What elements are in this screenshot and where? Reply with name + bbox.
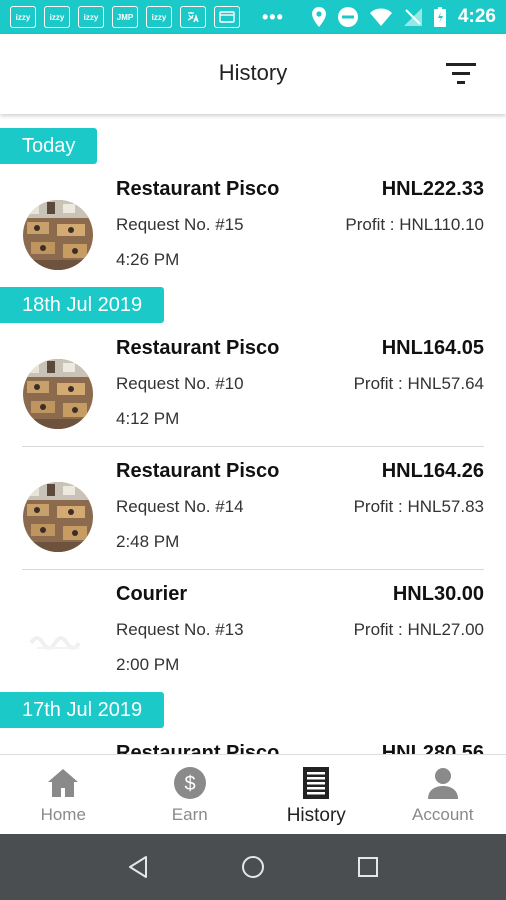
home-circle-icon [241, 856, 264, 878]
date-header: 18th Jul 2019 [0, 287, 165, 323]
back-button[interactable] [123, 852, 153, 882]
item-amount: HNL164.26 [381, 460, 484, 482]
nav-label: Home [40, 805, 86, 824]
history-item[interactable]: Courier HNL30.00 Request No. #13 Profit … [0, 575, 506, 693]
item-request-number: Request No. #14 [116, 497, 244, 516]
recents-button[interactable] [353, 852, 383, 882]
history-list[interactable]: Today Restaurant Pisco HNL222.33 Request… [0, 114, 506, 754]
item-name: Courier [116, 583, 188, 605]
jmp-app-icon: JMP [112, 6, 138, 28]
item-amount: HNL164.05 [381, 337, 484, 359]
item-time: 2:48 PM [116, 532, 180, 551]
more-notifications-icon: ••• [262, 6, 284, 27]
home-system-button[interactable] [238, 852, 268, 882]
page-title: History [218, 60, 288, 85]
divider [22, 569, 484, 570]
item-profit: Profit : HNL57.64 [353, 374, 484, 393]
list-icon [298, 765, 334, 801]
item-amount: HNL222.33 [381, 178, 484, 200]
item-profit: Profit : HNL110.10 [345, 215, 484, 234]
item-name: Restaurant Pisco [116, 178, 280, 200]
izzy-app-icon: izzy [10, 6, 36, 28]
item-request-number: Request No. #15 [116, 215, 244, 234]
item-time: 2:00 PM [116, 655, 180, 674]
filter-button[interactable] [446, 61, 476, 87]
battery-icon [433, 7, 446, 27]
translate-app-icon [180, 6, 206, 28]
nav-label: Account [412, 805, 474, 824]
item-name: Restaurant Pisco [116, 742, 280, 754]
do-not-disturb-icon [337, 7, 358, 27]
system-navigation-bar [0, 834, 506, 900]
nav-history[interactable]: History [253, 755, 380, 834]
item-amount: HNL280.56 [381, 742, 484, 754]
card-app-icon [214, 6, 240, 28]
filter-icon [446, 63, 476, 84]
item-name: Restaurant Pisco [116, 460, 280, 482]
svg-text:$: $ [184, 773, 195, 795]
bottom-navigation: Home $ Earn History Account [0, 754, 506, 834]
item-time: 4:26 PM [116, 250, 180, 269]
item-profit: Profit : HNL57.83 [353, 497, 484, 516]
item-profit: Profit : HNL27.00 [353, 620, 484, 639]
history-item[interactable]: Restaurant Pisco HNL280.56 [0, 734, 506, 754]
no-signal-icon [403, 8, 422, 26]
history-item[interactable]: Restaurant Pisco HNL222.33 Request No. #… [0, 170, 506, 288]
date-header: Today [0, 128, 98, 164]
restaurant-thumbnail [23, 200, 93, 270]
wifi-icon [369, 8, 392, 26]
item-request-number: Request No. #13 [116, 620, 244, 639]
person-icon [425, 765, 461, 801]
location-icon [311, 7, 326, 27]
dollar-coin-icon: $ [172, 765, 208, 801]
date-header: 17th Jul 2019 [0, 692, 165, 728]
history-item[interactable]: Restaurant Pisco HNL164.26 Request No. #… [0, 452, 506, 570]
restaurant-thumbnail [23, 482, 93, 552]
restaurant-thumbnail [23, 359, 93, 429]
nav-account[interactable]: Account [380, 755, 506, 834]
divider [22, 446, 484, 447]
nav-home[interactable]: Home [0, 755, 127, 834]
nav-label: Earn [171, 805, 208, 824]
history-item[interactable]: Restaurant Pisco HNL164.05 Request No. #… [0, 329, 506, 447]
app-bar: History [0, 34, 506, 114]
izzy-app-icon: izzy [44, 6, 70, 28]
back-triangle-icon [128, 856, 147, 878]
item-request-number: Request No. #10 [116, 374, 244, 393]
item-amount: HNL30.00 [392, 583, 484, 605]
item-time: 4:12 PM [116, 409, 180, 428]
status-bar: izzy izzy izzy JMP izzy ••• 4:26 [0, 0, 506, 34]
home-icon [45, 765, 81, 801]
system-icons: 4:26 [311, 6, 496, 28]
izzy-app-icon: izzy [78, 6, 104, 28]
item-name: Restaurant Pisco [116, 337, 280, 359]
nav-label: History [286, 805, 346, 826]
courier-logo-thumbnail [23, 605, 93, 675]
recents-square-icon [358, 857, 379, 877]
clock: 4:26 [457, 6, 496, 27]
izzy-app-icon: izzy [146, 6, 172, 28]
nav-earn[interactable]: $ Earn [127, 755, 254, 834]
notification-icons: izzy izzy izzy JMP izzy ••• [10, 6, 284, 28]
screen: izzy izzy izzy JMP izzy ••• 4:26 History… [0, 0, 506, 900]
